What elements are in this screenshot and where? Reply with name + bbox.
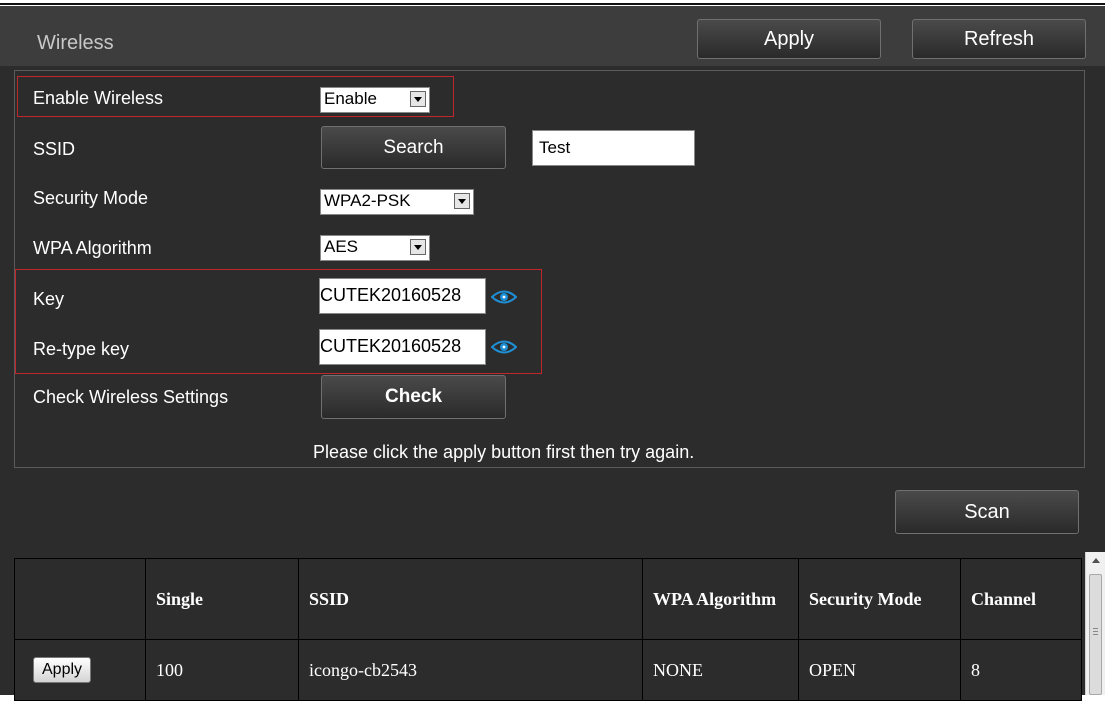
grip-icon (1093, 634, 1098, 635)
refresh-button[interactable]: Refresh (912, 19, 1086, 59)
enable-wireless-value: Enable (324, 89, 377, 108)
column-header-channel: Channel (960, 558, 1082, 640)
cell-ssid: icongo-cb2543 (298, 639, 643, 701)
ssid-label: SSID (33, 139, 76, 159)
cell-wpa-algorithm: NONE (642, 639, 799, 701)
status-message: Please click the apply button first then… (313, 442, 695, 462)
wpa-algorithm-select[interactable]: AES (320, 235, 430, 261)
column-header-security-mode: Security Mode (798, 558, 961, 640)
key-input[interactable]: CUTEK20160528 (319, 278, 486, 314)
wpa-algorithm-value: AES (324, 237, 359, 256)
eye-icon[interactable] (491, 289, 517, 305)
table-scrollbar[interactable] (1085, 552, 1105, 695)
header-bar: Wireless Apply Refresh (0, 6, 1105, 66)
retype-key-input[interactable]: CUTEK20160528 (319, 329, 486, 365)
security-mode-value: WPA2-PSK (324, 191, 411, 210)
row-action-cell: Apply (14, 639, 146, 701)
dropdown-arrow-icon (454, 193, 470, 209)
enable-wireless-select[interactable]: Enable (320, 87, 430, 113)
ssid-search-button[interactable]: Search (321, 126, 506, 169)
page-title: Wireless (37, 32, 114, 54)
ssid-input[interactable]: Test (532, 130, 695, 166)
security-mode-select[interactable]: WPA2-PSK (320, 189, 474, 215)
column-header-ssid: SSID (298, 558, 643, 640)
table-header-row: Single SSID WPA Algorithm Security Mode … (14, 558, 1082, 640)
column-header-wpa-algorithm: WPA Algorithm (642, 558, 799, 640)
cell-single: 100 (145, 639, 299, 701)
grip-icon (1093, 628, 1098, 629)
check-button[interactable]: Check (321, 375, 506, 419)
key-label: Key (33, 289, 65, 309)
cell-security-mode: OPEN (798, 639, 961, 701)
dropdown-arrow-icon (410, 239, 426, 255)
scrollbar-thumb[interactable] (1089, 574, 1102, 695)
wireless-panel: Wireless Apply Refresh Enable Wireless E… (0, 6, 1105, 701)
dropdown-arrow-icon (410, 91, 426, 107)
scroll-up-icon[interactable] (1092, 558, 1100, 563)
scan-results-table: Single SSID WPA Algorithm Security Mode … (14, 558, 1082, 701)
cell-channel: 8 (960, 639, 1082, 701)
wpa-algorithm-label: WPA Algorithm (33, 238, 152, 258)
check-wireless-label: Check Wireless Settings (33, 387, 229, 407)
column-header (14, 558, 146, 640)
security-mode-label: Security Mode (33, 188, 149, 208)
eye-icon[interactable] (491, 339, 517, 355)
top-border (0, 0, 1105, 5)
table-row: Apply 100 icongo-cb2543 NONE OPEN 8 (14, 639, 1082, 701)
apply-button[interactable]: Apply (697, 19, 881, 59)
row-apply-button[interactable]: Apply (33, 657, 92, 683)
column-header-single: Single (145, 558, 299, 640)
enable-wireless-label: Enable Wireless (33, 88, 164, 108)
grip-icon (1093, 631, 1098, 632)
scan-button[interactable]: Scan (895, 490, 1079, 534)
retype-key-label: Re-type key (33, 339, 130, 359)
